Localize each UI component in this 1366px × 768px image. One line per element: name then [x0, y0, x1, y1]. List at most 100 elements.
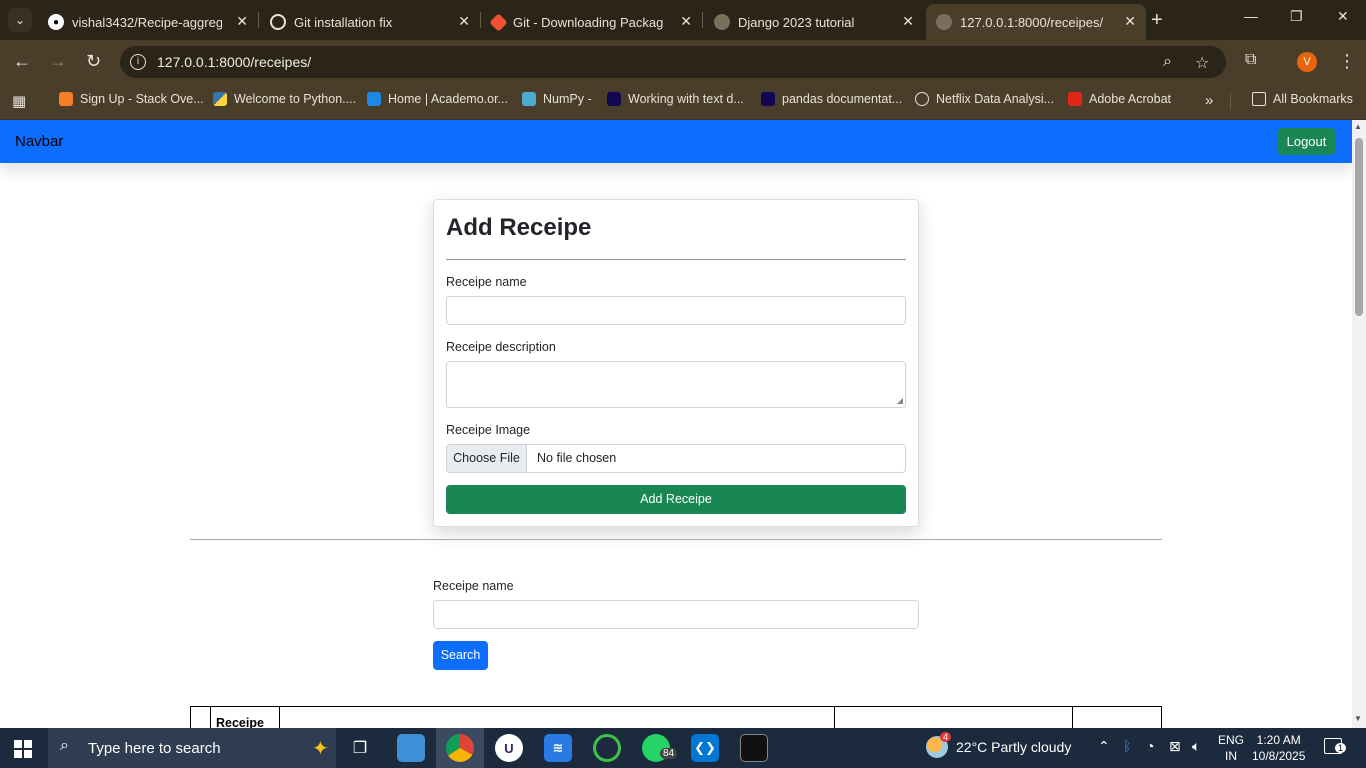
task-view-icon[interactable]: ❐: [346, 734, 374, 762]
tab-search-chevron-icon[interactable]: ⌄: [8, 8, 32, 32]
extensions-puzzle-icon[interactable]: ⧉: [1245, 51, 1256, 69]
tab-git-download[interactable]: Git - Downloading Package ✕: [482, 4, 702, 40]
tab-title: Git installation fix: [294, 14, 393, 30]
academo-icon: [367, 92, 381, 106]
file-explorer-icon[interactable]: [397, 734, 425, 762]
close-icon[interactable]: ✕: [1124, 13, 1136, 30]
restore-icon[interactable]: ❐: [1290, 8, 1303, 25]
all-bookmarks-folder[interactable]: All Bookmarks: [1252, 92, 1353, 106]
form-title: Add Receipe: [446, 214, 592, 241]
clock[interactable]: 1:20 AM 10/8/2025: [1252, 732, 1305, 764]
unstop-icon[interactable]: U: [495, 734, 523, 762]
choose-file-button[interactable]: Choose File: [447, 445, 527, 472]
tab-title: Git - Downloading Package: [513, 14, 663, 30]
zoom-icon[interactable]: ⌕: [1163, 53, 1172, 71]
back-arrow-icon[interactable]: ←: [13, 51, 31, 72]
menu-kebab-icon[interactable]: ⋮: [1338, 51, 1356, 72]
tab-title: Django 2023 tutorial: [738, 14, 855, 30]
tab-title: 127.0.0.1:8000/receipes/: [960, 14, 1104, 30]
apps-grid-icon[interactable]: ▦: [12, 92, 26, 110]
bookmark-divider: [1230, 93, 1231, 109]
navbar-brand[interactable]: Navbar: [15, 133, 63, 150]
pandas-icon: [761, 92, 775, 106]
tab-receipes-active[interactable]: 127.0.0.1:8000/receipes/ ✕: [926, 4, 1146, 40]
close-icon[interactable]: ✕: [680, 13, 692, 30]
chrome-icon[interactable]: [446, 734, 474, 762]
close-icon[interactable]: ✕: [902, 13, 914, 30]
bookmark-netflix[interactable]: Netflix Data Analysi...: [915, 92, 1054, 106]
whatsapp-badge: 84: [660, 748, 678, 759]
minimize-icon[interactable]: —: [1244, 8, 1258, 24]
window-close-icon[interactable]: ✕: [1337, 8, 1349, 25]
scroll-up-icon[interactable]: ▲: [1354, 122, 1362, 131]
add-receipe-card: Add Receipe Receipe name Receipe descrip…: [433, 199, 919, 527]
page-scrollbar[interactable]: ▲ ▼: [1352, 120, 1366, 728]
form-divider: [446, 259, 906, 260]
page-viewport: Navbar Logout Add Receipe Receipe name R…: [0, 120, 1366, 728]
section-divider: [190, 539, 1162, 540]
tab-divider: [702, 12, 703, 28]
vscode-icon[interactable]: ❮❯: [691, 734, 719, 762]
notification-icon[interactable]: 1: [1324, 738, 1347, 754]
bookmark-adobe[interactable]: Adobe Acrobat: [1068, 92, 1171, 106]
wifi-icon[interactable]: ◔: [1146, 738, 1154, 754]
ubuntu-icon[interactable]: [593, 734, 621, 762]
python-icon: [213, 92, 227, 106]
azure-data-studio-icon[interactable]: ≋: [544, 734, 572, 762]
url-text: 127.0.0.1:8000/receipes/: [157, 54, 312, 70]
notification-badge: 1: [1335, 743, 1347, 753]
bookmark-academo[interactable]: Home | Academo.or...: [367, 92, 508, 106]
weather-text[interactable]: 22°C Partly cloudy: [956, 739, 1071, 755]
bookmark-pandas[interactable]: pandas documentat...: [761, 92, 902, 106]
tab-django-tutorial[interactable]: Django 2023 tutorial ✕: [704, 4, 924, 40]
bookmark-stackoverflow[interactable]: Sign Up - Stack Ove...: [59, 92, 204, 106]
globe-icon: [936, 14, 952, 30]
receipe-name-label: Receipe name: [446, 275, 527, 289]
logout-button[interactable]: Logout: [1278, 128, 1335, 155]
stackoverflow-icon: [59, 92, 73, 106]
close-icon[interactable]: ✕: [458, 13, 470, 30]
tab-git-installation[interactable]: Git installation fix ✕: [260, 4, 480, 40]
receipe-description-textarea[interactable]: ◢: [446, 361, 906, 408]
tab-github[interactable]: ● vishal3432/Recipe-aggregator ✕: [38, 4, 258, 40]
windows-taskbar: ⌕ Type here to search ✦ ❐ U ≋ 84 ❮❯ 4 22…: [0, 728, 1366, 768]
forward-arrow-icon[interactable]: →: [49, 51, 67, 72]
receipe-image-label: Receipe Image: [446, 423, 531, 437]
more-bookmarks-chevron-icon[interactable]: »: [1205, 92, 1213, 109]
bookmark-numpy[interactable]: NumPy -: [522, 92, 592, 106]
taskbar-search-box[interactable]: ⌕ Type here to search ✦: [48, 728, 336, 768]
address-bar[interactable]: i 127.0.0.1:8000/receipes/ ⌕ ☆: [120, 46, 1226, 78]
language-indicator[interactable]: ENG IN: [1218, 732, 1244, 764]
bluetooth-icon[interactable]: ᛒ: [1123, 738, 1131, 754]
windows-start-icon[interactable]: [14, 740, 32, 758]
new-tab-plus-icon[interactable]: +: [1151, 10, 1163, 30]
folder-icon: [1252, 92, 1266, 106]
search-input[interactable]: [433, 600, 919, 629]
scroll-thumb[interactable]: [1355, 138, 1363, 316]
bookmark-python[interactable]: Welcome to Python....: [213, 92, 356, 106]
search-receipe-name-label: Receipe name: [433, 579, 514, 593]
terminal-icon[interactable]: [740, 734, 768, 762]
resize-grip-icon[interactable]: ◢: [897, 396, 903, 405]
receipe-image-file-input[interactable]: Choose File No file chosen: [446, 444, 906, 473]
add-receipe-button[interactable]: Add Receipe: [446, 485, 906, 514]
reload-icon[interactable]: ↻: [86, 51, 101, 72]
scroll-down-icon[interactable]: ▼: [1354, 714, 1362, 723]
search-button[interactable]: Search: [433, 641, 488, 670]
weather-icon[interactable]: 4: [926, 732, 952, 758]
receipes-table: [190, 706, 1162, 728]
bookmark-text-data[interactable]: Working with text d...: [607, 92, 744, 106]
site-info-icon[interactable]: i: [130, 54, 146, 70]
receipe-description-label: Receipe description: [446, 340, 556, 354]
clock-time: 1:20 AM: [1256, 733, 1301, 747]
close-icon[interactable]: ✕: [236, 13, 248, 30]
chevron-up-icon[interactable]: ⌃: [1098, 738, 1110, 755]
openai-icon: [270, 14, 286, 30]
volume-icon[interactable]: 🔈︎: [1192, 738, 1200, 755]
browser-toolbar: ← → ↻ i 127.0.0.1:8000/receipes/ ⌕ ☆ ⧉ V…: [0, 40, 1366, 84]
bookmark-star-icon[interactable]: ☆: [1195, 53, 1209, 73]
receipe-name-input[interactable]: [446, 296, 906, 325]
copilot-sparkle-icon[interactable]: ✦: [312, 736, 329, 761]
profile-avatar[interactable]: V: [1297, 52, 1317, 72]
network-ethernet-icon[interactable]: ⊠: [1169, 738, 1181, 755]
